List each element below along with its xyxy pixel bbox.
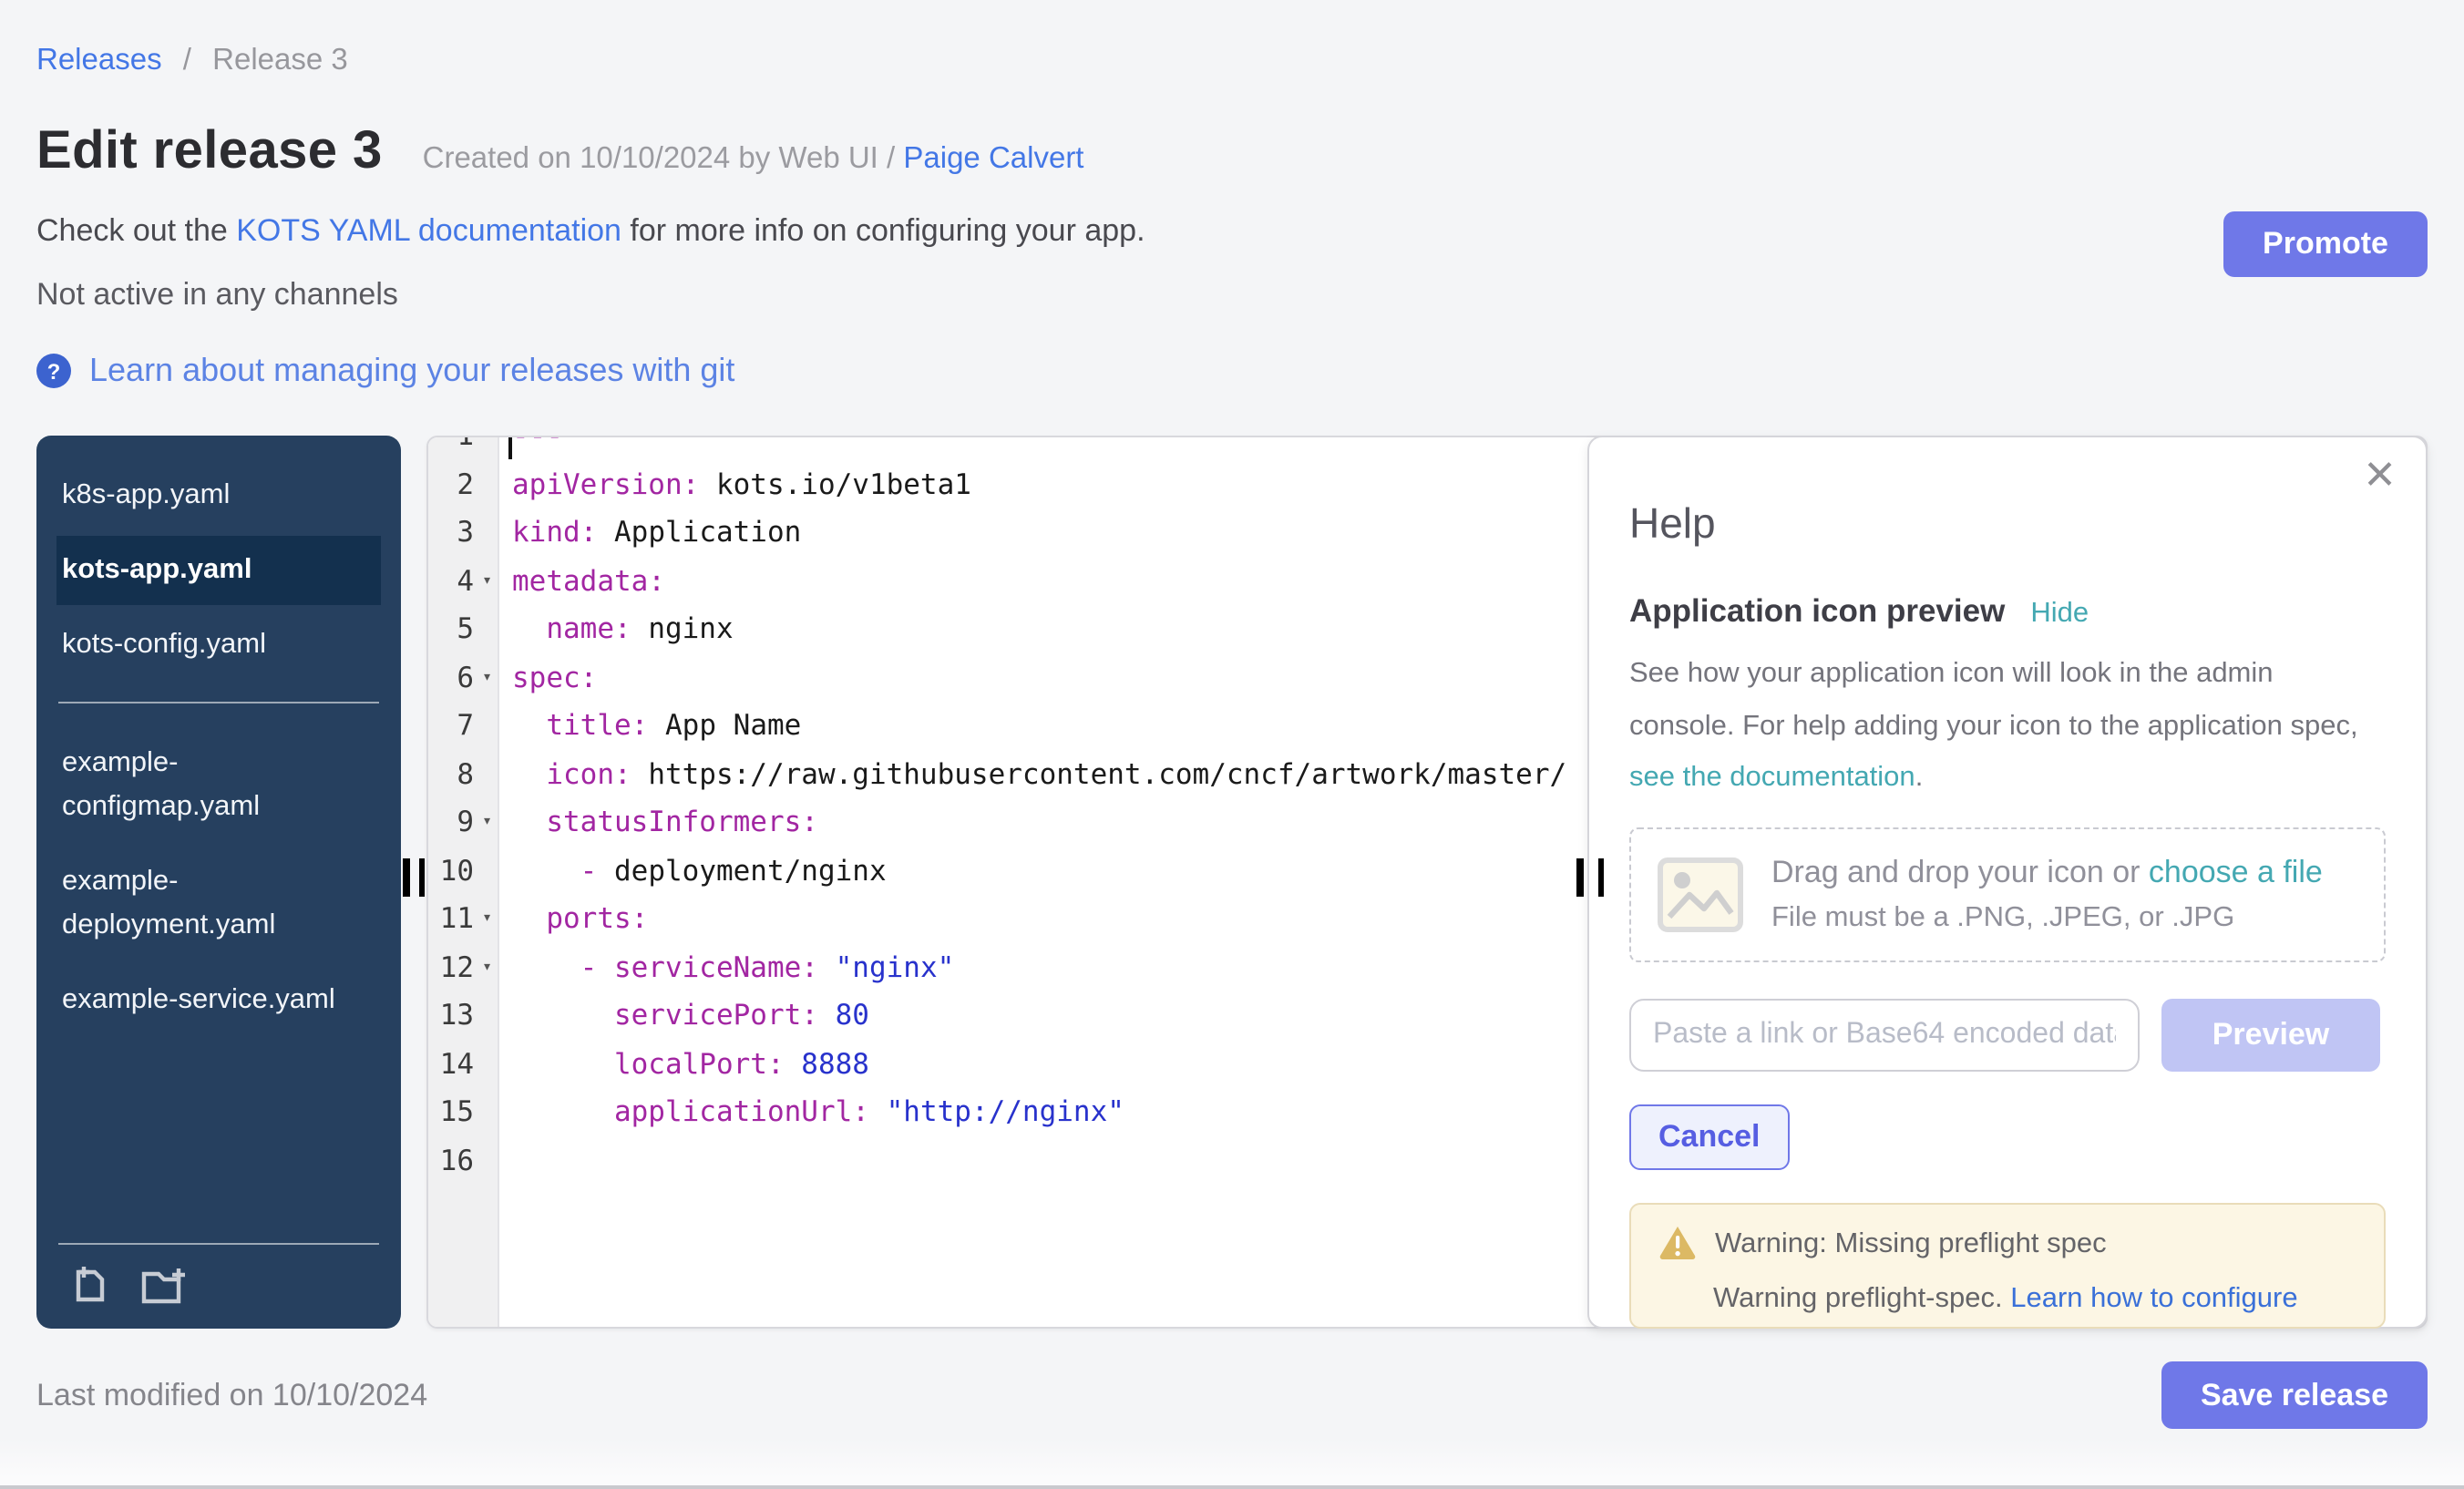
- icon-preview-description: See how your application icon will look …: [1629, 649, 2362, 806]
- sidebar-file-kots-app.yaml[interactable]: kots-app.yaml: [56, 536, 381, 605]
- warning-title: Warning: Missing preflight spec: [1715, 1227, 2107, 1260]
- sidebar-file-kots-config.yaml[interactable]: kots-config.yaml: [56, 611, 381, 680]
- help-panel-resize-handle[interactable]: [1576, 858, 1583, 897]
- icon-url-row: Preview: [1629, 999, 2386, 1072]
- file-sidebar: k8s-app.yamlkots-app.yamlkots-config.yam…: [36, 436, 401, 1329]
- title-row: Edit release 3 Created on 10/10/2024 by …: [36, 122, 2428, 182]
- close-icon[interactable]: ✕: [2363, 456, 2397, 496]
- breadcrumb: Releases / Release 3: [36, 44, 2428, 78]
- git-help-link-label: Learn about managing your releases with …: [89, 352, 734, 390]
- image-placeholder-icon: [1657, 857, 1744, 933]
- sidebar-resize-handle[interactable]: [403, 858, 409, 897]
- line-number: 16: [428, 1136, 498, 1185]
- description-text: See how your application icon will look …: [1629, 658, 2358, 741]
- docs-notice-post: for more info on configuring your app.: [621, 213, 1145, 248]
- edit-release-page: Releases / Release 3 Edit release 3 Crea…: [36, 0, 2428, 1489]
- sidebar-file-example-service.yaml[interactable]: example-service.yaml: [56, 966, 381, 1035]
- line-number: 5: [428, 605, 498, 653]
- sidebar-resize-handle[interactable]: [418, 858, 425, 897]
- warning-detail-text: Warning preflight-spec.: [1713, 1283, 2010, 1314]
- sidebar-divider: [58, 1243, 379, 1245]
- preflight-warning: Warning: Missing preflight spec Warning …: [1629, 1203, 2386, 1329]
- help-panel-resize-handle[interactable]: [1597, 858, 1604, 897]
- warning-triangle-icon: [1658, 1227, 1697, 1261]
- dropzone-instruction: Drag and drop your icon or: [1771, 855, 2149, 889]
- git-help-link[interactable]: ? Learn about managing your releases wit…: [36, 352, 734, 390]
- help-panel-title: Help: [1629, 499, 2386, 549]
- question-circle-icon: ?: [36, 354, 71, 388]
- kots-yaml-docs-link[interactable]: KOTS YAML documentation: [236, 213, 621, 248]
- promote-button[interactable]: Promote: [2223, 211, 2428, 277]
- breadcrumb-current: Release 3: [212, 44, 348, 77]
- hide-link[interactable]: Hide: [2030, 598, 2089, 631]
- docs-notice-pre: Check out the: [36, 213, 236, 248]
- docs-notice: Check out the KOTS YAML documentation fo…: [36, 213, 2428, 250]
- icon-preview-section-header: Application icon preview Hide: [1629, 592, 2386, 631]
- line-number: 1: [428, 436, 498, 460]
- file-groups: k8s-app.yamlkots-app.yamlkots-config.yam…: [36, 461, 401, 1035]
- line-number: 2: [428, 460, 498, 508]
- line-number: 3: [428, 508, 498, 557]
- dropzone-text: Drag and drop your icon or choose a file…: [1771, 855, 2323, 935]
- created-text: Created on 10/10/2024 by Web UI / Paige …: [423, 142, 1084, 177]
- text-cursor: [508, 437, 512, 459]
- cancel-button[interactable]: Cancel: [1629, 1104, 1790, 1170]
- app-viewport: Releases / Release 3 Edit release 3 Crea…: [0, 0, 2464, 1489]
- save-release-button[interactable]: Save release: [2161, 1361, 2428, 1429]
- line-number: 11▾: [428, 895, 498, 943]
- line-number: 7: [428, 702, 498, 750]
- sidebar-actions: [58, 1261, 379, 1310]
- add-file-button[interactable]: [69, 1265, 111, 1307]
- fold-arrow-icon[interactable]: ▾: [474, 798, 492, 847]
- learn-how-to-configure-link[interactable]: Learn how to configure: [2010, 1283, 2297, 1314]
- icon-preview-title: Application icon preview: [1629, 592, 2005, 631]
- fold-arrow-icon[interactable]: ▾: [474, 653, 492, 702]
- line-number: 10: [428, 847, 498, 895]
- fold-arrow-icon[interactable]: ▾: [474, 943, 492, 991]
- created-author-link[interactable]: Paige Calvert: [903, 142, 1083, 175]
- line-number: 12▾: [428, 943, 498, 991]
- line-number: 14: [428, 1040, 498, 1088]
- channel-status: Not active in any channels: [36, 277, 2428, 313]
- breadcrumb-separator: /: [183, 44, 191, 77]
- footer: Last modified on 10/10/2024 Save release: [36, 1361, 2428, 1429]
- line-number: 4▾: [428, 557, 498, 605]
- line-number: 13: [428, 991, 498, 1040]
- dropzone-file-hint: File must be a .PNG, .JPEG, or .JPG: [1771, 902, 2323, 935]
- last-modified-text: Last modified on 10/10/2024: [36, 1377, 427, 1413]
- icon-dropzone[interactable]: Drag and drop your icon or choose a file…: [1629, 827, 2386, 962]
- choose-a-file-link[interactable]: choose a file: [2149, 855, 2323, 889]
- line-number: 8: [428, 750, 498, 798]
- line-number: 6▾: [428, 653, 498, 702]
- sidebar-bottom: [58, 1243, 379, 1310]
- icon-url-input[interactable]: [1629, 999, 2140, 1072]
- created-prefix: Created on 10/10/2024 by Web UI /: [423, 142, 896, 175]
- add-file-icon: [69, 1265, 111, 1307]
- warning-detail: Warning preflight-spec. Learn how to con…: [1713, 1283, 2356, 1320]
- breadcrumb-releases-link[interactable]: Releases: [36, 44, 162, 77]
- see-documentation-link[interactable]: see the documentation: [1629, 763, 1915, 794]
- fold-arrow-icon[interactable]: ▾: [474, 895, 492, 943]
- sidebar-file-example-configmap.yaml[interactable]: example-configmap.yaml: [56, 729, 381, 842]
- line-number: 9▾: [428, 798, 498, 847]
- line-number: 15: [428, 1088, 498, 1136]
- sidebar-file-k8s-app.yaml[interactable]: k8s-app.yaml: [56, 461, 381, 530]
- fold-arrow-icon[interactable]: ▾: [474, 557, 492, 605]
- description-period: .: [1915, 763, 1924, 794]
- preview-button[interactable]: Preview: [2161, 999, 2380, 1072]
- add-folder-button[interactable]: [140, 1265, 190, 1307]
- release-workspace: k8s-app.yamlkots-app.yamlkots-config.yam…: [36, 436, 2428, 1329]
- sidebar-divider: [58, 702, 379, 703]
- sidebar-file-example-deployment.yaml[interactable]: example-deployment.yaml: [56, 847, 381, 960]
- page-title: Edit release 3: [36, 122, 383, 182]
- help-panel: ✕ Help Application icon preview Hide See…: [1587, 436, 2428, 1329]
- add-folder-icon: [140, 1265, 190, 1307]
- bottom-edge: [0, 1438, 2464, 1489]
